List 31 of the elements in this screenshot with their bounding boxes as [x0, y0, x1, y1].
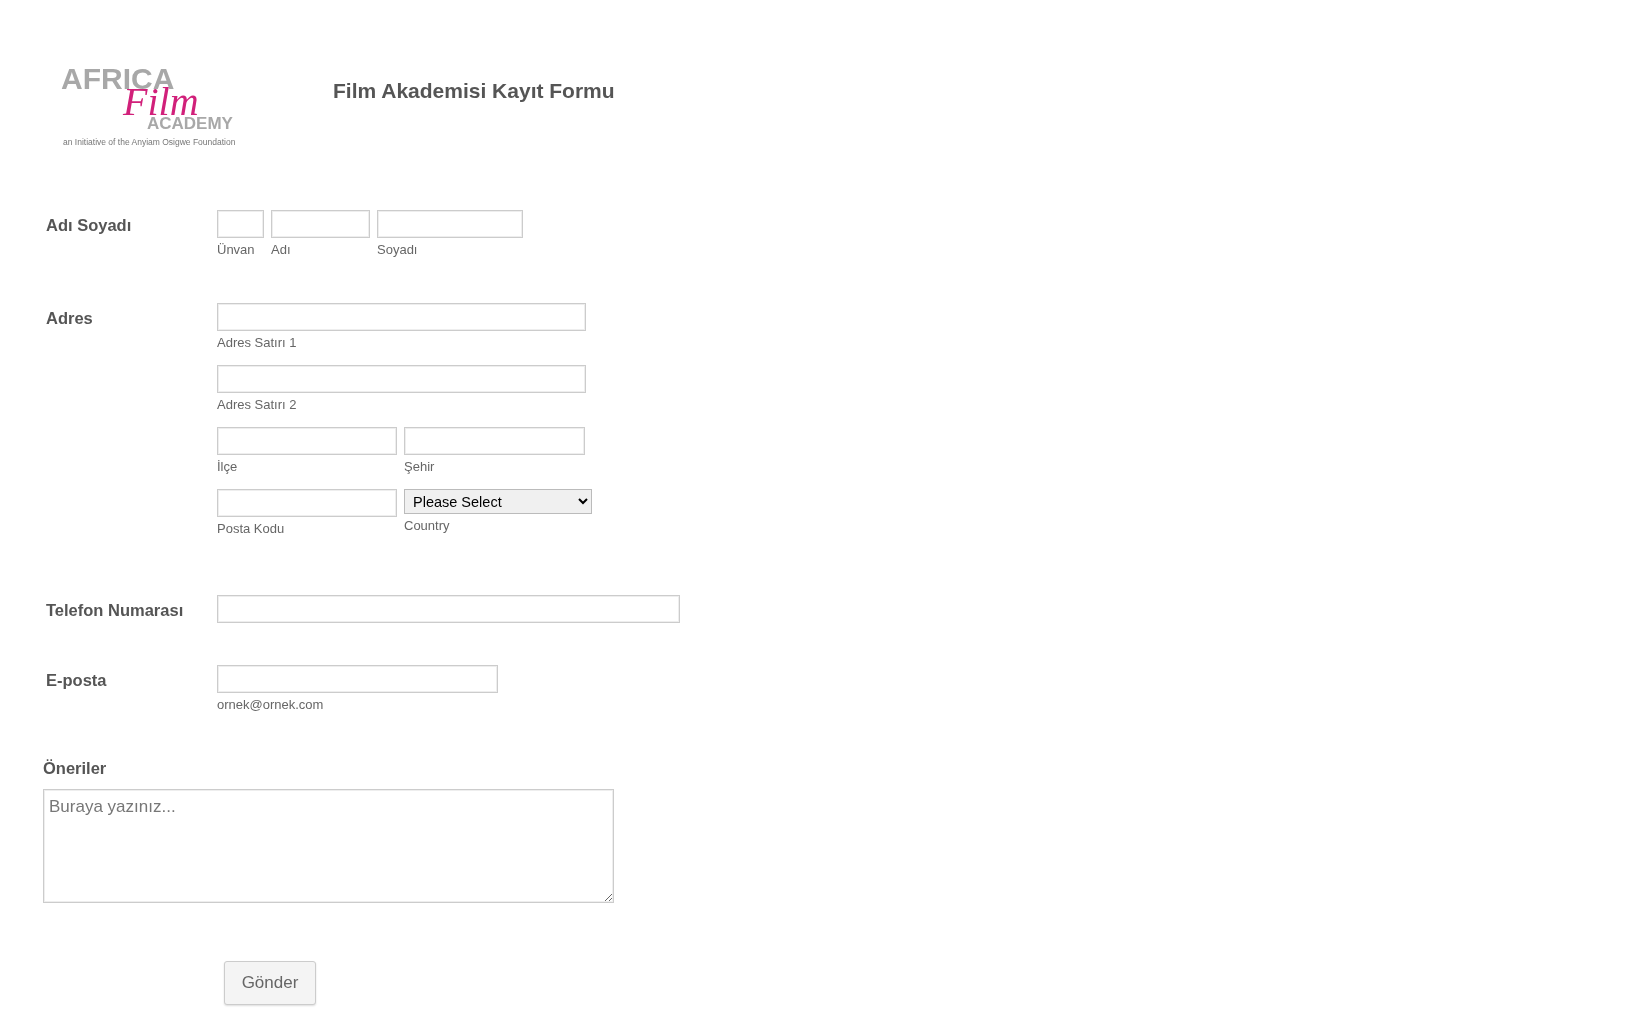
- field-label: Öneriler: [43, 758, 108, 779]
- input-field[interactable]: [404, 427, 585, 455]
- input-field[interactable]: [217, 365, 586, 393]
- field-sublabel: Ünvan: [217, 241, 256, 258]
- submit-button[interactable]: Gönder: [224, 960, 316, 1005]
- field-sublabel: Soyadı: [377, 241, 419, 258]
- logo-text: ACADEMY: [147, 114, 233, 133]
- field-sublabel: Posta Kodu: [217, 520, 286, 537]
- input-field[interactable]: [217, 210, 264, 238]
- input-field[interactable]: [217, 303, 586, 331]
- field-sublabel: Adres Satırı 2: [217, 396, 298, 413]
- field-label: Adres: [45, 308, 94, 329]
- field-sublabel: Adı: [271, 241, 292, 258]
- field-sublabel: Şehir: [404, 458, 436, 475]
- input-field[interactable]: [217, 595, 680, 623]
- field-sublabel: Adres Satırı 1: [217, 334, 298, 351]
- input-field[interactable]: [217, 665, 498, 693]
- field-sublabel: İlçe: [217, 458, 239, 475]
- field-label: E-posta: [45, 670, 108, 691]
- input-field[interactable]: [271, 210, 370, 238]
- suggestions-textarea[interactable]: Buraya yazınız...: [43, 788, 614, 903]
- input-field[interactable]: [377, 210, 523, 238]
- input-field[interactable]: [217, 489, 397, 517]
- field-sublabel: Country: [404, 517, 451, 534]
- input-field[interactable]: [217, 427, 397, 455]
- logo-tagline: an Initiative of the Anyiam Osigwe Foundation: [63, 137, 236, 147]
- country-select[interactable]: Please Select: [404, 489, 592, 514]
- field-sublabel: ornek@ornek.com: [217, 696, 325, 713]
- field-label: Adı Soyadı: [45, 215, 133, 236]
- form-title: Film Akademisi Kayıt Formu: [333, 78, 615, 104]
- field-label: Telefon Numarası: [45, 600, 185, 621]
